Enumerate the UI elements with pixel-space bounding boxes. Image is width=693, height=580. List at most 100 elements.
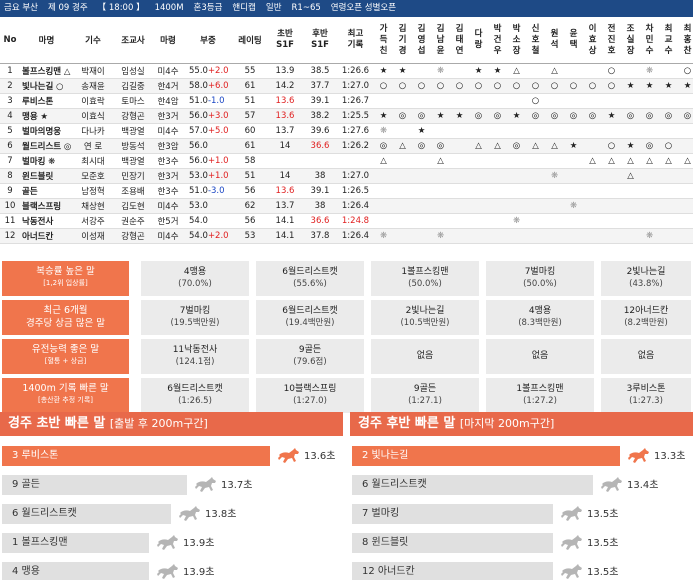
- expert-pick-icon: ❋: [545, 168, 564, 184]
- table-row[interactable]: 9 골든 남정혁 조용배 한3수 51.0-3.0 56 13.6 39.1 1:26.5: [0, 183, 693, 199]
- table-row[interactable]: 1 볼프스킹맨 △ 박재이 임성실 미4수 55.0+2.0 55 13.9 38.5 1:26.…: [0, 63, 693, 79]
- expert-pick-icon: ○: [412, 78, 431, 94]
- summary-cell[interactable]: 9골든 (79.6점): [256, 339, 364, 374]
- expert-pick-icon: [659, 168, 678, 184]
- weight-diff: -1.0: [207, 95, 225, 106]
- speed-bar: 7 벌마킹: [352, 504, 553, 524]
- summary-cell[interactable]: 7벌마킹 (50.0%): [486, 261, 594, 296]
- expert-pick-icon: [374, 198, 393, 214]
- horse-name[interactable]: 낙동전사: [20, 213, 73, 229]
- expert-pick-icon: ❋: [640, 63, 659, 79]
- col-factor: 이효상: [588, 23, 597, 56]
- summary-cell[interactable]: 3루비스톤 (1:27.3): [601, 378, 691, 413]
- summary-cell[interactable]: 2빛나는길 (43.8%): [601, 261, 691, 296]
- expert-pick-icon: [507, 183, 526, 199]
- table-row[interactable]: 8 윈드블릿 모준호 민장기 한3거 53.0+1.0 51 14 38 1:27.0 ❋ △: [0, 168, 693, 184]
- expert-pick-icon: ★: [450, 108, 469, 124]
- horse-name[interactable]: 아너드칸: [20, 228, 73, 244]
- late-speed-row[interactable]: 6 월드리스트캣 13.4초: [352, 475, 692, 495]
- horse-no: 11: [0, 213, 20, 229]
- table-header: No 마명 기수 조교사 마령 부중 레이팅 초반 S1F 후반 S1F 최고 기록 …: [0, 18, 693, 63]
- summary-cell[interactable]: 1볼프스킹맨 (50.0%): [371, 261, 479, 296]
- header-item: 핸디캡: [232, 3, 256, 13]
- summary-cell[interactable]: 1볼프스킹맨 (1:27.2): [486, 378, 594, 413]
- weight-value: 53.0: [189, 170, 208, 181]
- horse-no: 12: [0, 228, 20, 244]
- summary-cell[interactable]: 없음: [371, 339, 479, 374]
- table-row[interactable]: 10 블랙스프링 채상현 김도현 미4수 53.0 62 13.7 38 1:26.4 ❋: [0, 198, 693, 214]
- rating: 61: [233, 78, 267, 94]
- early-s1f: 14: [267, 138, 303, 154]
- table-row[interactable]: 3 루비스톤 이효락 토마스 한4암 51.0-1.0 51 13.6 39.1 1:26.7 ○: [0, 93, 693, 109]
- col-factor: 윤택: [569, 29, 578, 51]
- summary-cell[interactable]: 없음: [601, 339, 691, 374]
- horse-name[interactable]: 볼프스킹맨 △: [20, 63, 73, 79]
- early-speed-row[interactable]: 1 볼프스킹맨 13.9초: [2, 533, 342, 553]
- late-speed-row[interactable]: 12 아너드칸 13.5초: [352, 562, 692, 580]
- summary-value: (1:26.5): [178, 396, 212, 406]
- summary-value: (1:27.3): [629, 396, 663, 406]
- early-speed-row[interactable]: 4 맹용 13.9초: [2, 562, 342, 580]
- table-row[interactable]: 12 아너드칸 이성재 강형곤 미4수 54.0+2.0 53 14.1 37.8 1:26.4…: [0, 228, 693, 244]
- speed-value: 13.6초: [304, 451, 336, 462]
- expert-pick-icon: [431, 93, 450, 109]
- horse-no: 10: [0, 198, 20, 214]
- summary-cell[interactable]: 9골든 (1:27.1): [371, 378, 479, 413]
- horse-name[interactable]: 벌마의명웅: [20, 123, 73, 139]
- expert-pick-icon: [393, 93, 412, 109]
- horse-name[interactable]: 윈드블릿: [20, 168, 73, 184]
- horse-name[interactable]: 루비스톤: [20, 93, 73, 109]
- expert-pick-icon: [412, 213, 431, 229]
- late-speed-row[interactable]: 2 빛나는길 13.3초: [352, 446, 692, 466]
- table-row[interactable]: 4 맹용 ★ 이효식 강형곤 한3거 56.0+3.0 57 13.6 38.2 1:25.5 ★ ◎…: [0, 108, 693, 124]
- horse-name[interactable]: 맹용 ★: [20, 108, 73, 124]
- expert-pick-icon: [431, 123, 450, 139]
- summary-cell[interactable]: 6월드리스트캣 (55.6%): [256, 261, 364, 296]
- jockey: 송재윤: [73, 78, 113, 94]
- jockey: 연 로: [73, 138, 113, 154]
- expert-pick-icon: △: [488, 138, 507, 154]
- horse-icon: [626, 446, 652, 466]
- expert-pick-icon: [526, 168, 545, 184]
- summary-cell[interactable]: 10블랙스프링 (1:27.0): [256, 378, 364, 413]
- early-s1f: 14: [267, 168, 303, 184]
- early-speed-row[interactable]: 9 골든 13.7초: [2, 475, 342, 495]
- summary-cell[interactable]: 4맹용 (70.0%): [141, 261, 249, 296]
- late-speed-row[interactable]: 7 벌마킹 13.5초: [352, 504, 692, 524]
- summary-cell[interactable]: 11낙동전사 (124.1점): [141, 339, 249, 374]
- table-row[interactable]: 6 월드리스트 ◎ 연 로 방동석 한3암 56.0 61 14 36.6 1:26.2 ◎ △ ◎ ◎ △…: [0, 138, 693, 154]
- summary-cell[interactable]: 2빛나는길 (10.5백만원): [371, 300, 479, 335]
- summary-cell[interactable]: 7벌마킹 (19.5백만원): [141, 300, 249, 335]
- header-item: 1400M: [154, 3, 184, 13]
- early-speed-row[interactable]: 6 월드리스트캣 13.8초: [2, 504, 342, 524]
- summary-horse: 없음: [416, 351, 434, 361]
- summary-cell[interactable]: 4맹용 (8.3백만원): [486, 300, 594, 335]
- horse-name[interactable]: 빛나는길 ○: [20, 78, 73, 94]
- early-s1f: 14.2: [267, 78, 303, 94]
- expert-pick-icon: ○: [583, 78, 602, 94]
- late-speed-row[interactable]: 8 윈드블릿 13.5초: [352, 533, 692, 553]
- summary-cell[interactable]: 6월드리스트캣 (19.4백만원): [256, 300, 364, 335]
- horse-name[interactable]: 월드리스트 ◎: [20, 138, 73, 154]
- expert-pick-icon: ★: [374, 63, 393, 79]
- early-speed-row[interactable]: 3 루비스톤 13.6초: [2, 446, 342, 466]
- table-row[interactable]: 11 낙동전사 서강주 권순주 한5거 54.0 56 14.1 36.6 1:24.8 ❋: [0, 213, 693, 229]
- horse-name[interactable]: 골든: [20, 183, 73, 199]
- horse-no: 3: [0, 93, 20, 109]
- weight-diff: -3.0: [207, 185, 225, 196]
- expert-pick-icon: [507, 123, 526, 139]
- horse-name-text: 낙동전사: [22, 216, 54, 227]
- table-row[interactable]: 7 벌마킹 ❋ 최시대 백광열 한3수 56.0+1.0 58 △ △ △ △ △ △ △ △: [0, 153, 693, 169]
- summary-cell[interactable]: 6월드리스트캣 (1:26.5): [141, 378, 249, 413]
- speed-bar: 6 월드리스트캣: [352, 475, 593, 495]
- best-record: 1:27.0: [337, 78, 374, 94]
- table-row[interactable]: 5 벌마의명웅 다나카 백광열 미4수 57.0+5.0 60 13.7 39.6 1:27.6…: [0, 123, 693, 139]
- table-row[interactable]: 2 빛나는길 ○ 송재윤 김길중 한4거 58.0+6.0 61 14.2 37.7 1:27.0…: [0, 78, 693, 94]
- summary-cell[interactable]: 없음: [486, 339, 594, 374]
- horse-name[interactable]: 벌마킹 ❋: [20, 153, 73, 169]
- summary-cell[interactable]: 12아너드칸 (8.2백만원): [601, 300, 691, 335]
- weight-value: 51.0: [189, 185, 208, 196]
- weight-diff: +3.0: [207, 110, 229, 121]
- horse-name[interactable]: 블랙스프링: [20, 198, 73, 214]
- summary-horse: 6월드리스트캣: [167, 384, 223, 394]
